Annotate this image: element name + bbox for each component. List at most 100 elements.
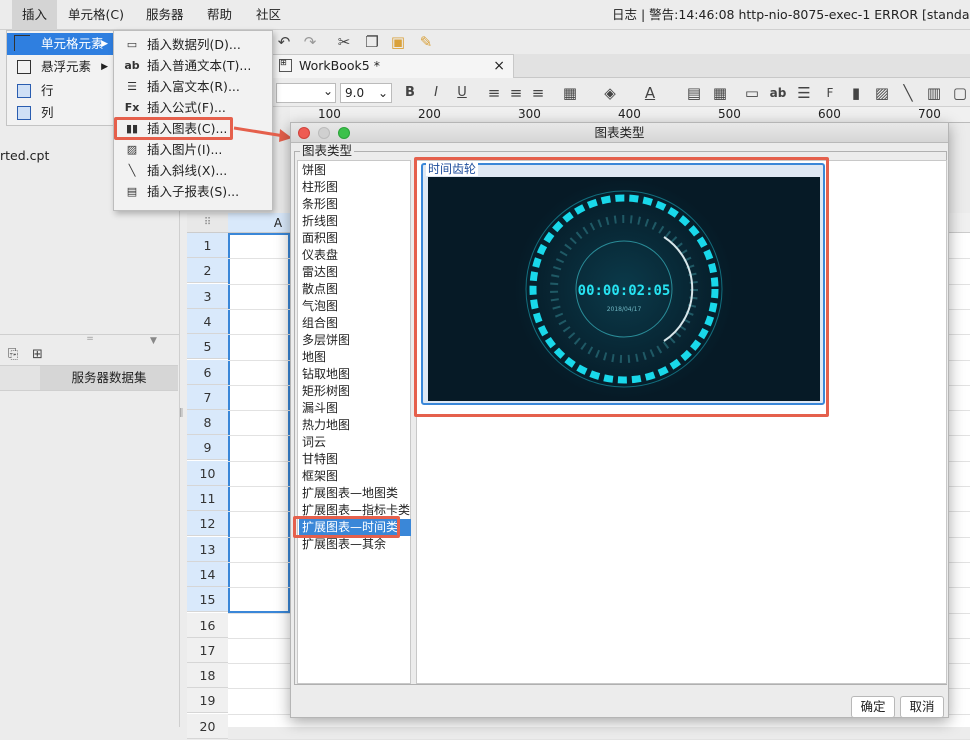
chart-type-item[interactable]: 漏斗图 <box>299 400 411 417</box>
row-header[interactable]: 15 <box>187 587 228 613</box>
chart-type-item[interactable]: 框架图 <box>299 468 411 485</box>
select-all-corner[interactable]: ⠿ <box>187 213 228 233</box>
chart-type-item[interactable]: 饼图 <box>299 162 411 179</box>
row-header[interactable]: 2 <box>187 258 228 284</box>
tab-workbook5[interactable]: ⊞ WorkBook5 * × <box>272 54 514 78</box>
zoom-window-icon[interactable] <box>338 127 350 139</box>
chart-type-item[interactable]: 地图 <box>299 349 411 366</box>
align-right-icon[interactable]: ≡ <box>528 83 548 103</box>
cut-icon[interactable]: ✂ <box>334 32 354 52</box>
preview-dataset-icon[interactable]: ⎘ <box>8 347 18 362</box>
row-header[interactable]: 4 <box>187 308 228 334</box>
row-header[interactable]: 20 <box>187 713 228 739</box>
chart-type-item[interactable]: 柱形图 <box>299 179 411 196</box>
row-header[interactable]: 19 <box>187 688 228 714</box>
chart-type-item[interactable]: 扩展图表—地图类 <box>299 485 411 502</box>
chart-type-item[interactable]: 热力地图 <box>299 417 411 434</box>
formula-icon[interactable]: F <box>820 83 840 103</box>
slash-icon[interactable]: ╲ <box>898 83 918 103</box>
menu-cell[interactable]: 单元格(C) <box>58 0 134 30</box>
edit-dataset-icon[interactable]: ⊞ <box>32 347 43 362</box>
align-left-icon[interactable]: ≡ <box>484 83 504 103</box>
chart-type-item[interactable]: 散点图 <box>299 281 411 298</box>
row-header[interactable]: 9 <box>187 435 228 461</box>
image-icon[interactable]: ▨ <box>872 83 892 103</box>
bold-icon[interactable]: B <box>400 83 420 103</box>
close-tab-icon[interactable]: × <box>493 55 505 77</box>
chart-type-list[interactable]: 饼图 柱形图 条形图 折线图 面积图 仪表盘 雷达图 散点图 气泡图 组合图 多层饼图 地图 钻取地图矩… <box>297 160 411 684</box>
status-log-message[interactable]: 日志 | 警告:14:46:08 http-nio-8075-exec-1 ER… <box>612 0 970 30</box>
paste-icon[interactable]: ▣ <box>388 32 408 52</box>
menu-item-slash[interactable]: ╲ 插入斜线(X)... <box>114 160 272 181</box>
menu-row[interactable]: 行 <box>7 80 113 102</box>
underline-icon[interactable]: U <box>452 83 472 103</box>
menu-item-data-column[interactable]: ▭ 插入数据列(D)... <box>114 34 272 55</box>
minimize-window-icon[interactable] <box>318 127 330 139</box>
splitter-handle-icon[interactable]: ‖ <box>179 408 184 418</box>
menu-float-element[interactable]: 悬浮元素 ▶ <box>7 56 113 78</box>
align-center-icon[interactable]: ≡ <box>506 83 526 103</box>
chart-type-item[interactable]: 雷达图 <box>299 264 411 281</box>
chart-type-item[interactable]: 条形图 <box>299 196 411 213</box>
row-header[interactable]: 1 <box>187 233 228 258</box>
row-header[interactable]: 12 <box>187 511 228 537</box>
menu-help[interactable]: 帮助 <box>197 0 242 30</box>
panel-collapse-icon[interactable]: ▼ <box>150 336 157 346</box>
menu-community[interactable]: 社区 <box>246 0 291 30</box>
data-column-icon[interactable]: ▭ <box>742 83 762 103</box>
fill-color-icon[interactable]: ◈ <box>600 83 620 103</box>
menu-item-plain-text[interactable]: ab 插入普通文本(T)... <box>114 55 272 76</box>
row-header[interactable]: 17 <box>187 637 228 663</box>
border-icon[interactable]: ▦ <box>560 83 580 103</box>
rich-text-icon[interactable]: ☰ <box>794 83 814 103</box>
chart-type-item[interactable]: 矩形树图 <box>299 383 411 400</box>
chart-icon[interactable]: ▮ <box>846 83 866 103</box>
copy-icon[interactable]: ❐ <box>362 32 382 52</box>
float-icon[interactable]: ▢ <box>950 83 970 103</box>
font-color-icon[interactable]: A <box>640 83 660 103</box>
font-size-select[interactable]: 9.0 ⌄ <box>340 83 392 103</box>
selected-range[interactable] <box>228 233 290 613</box>
row-header[interactable]: 5 <box>187 334 228 360</box>
dialog-titlebar[interactable]: 图表类型 <box>291 123 948 143</box>
row-header[interactable]: 8 <box>187 410 228 436</box>
menu-item-rich-text[interactable]: ☰ 插入富文本(R)... <box>114 76 272 97</box>
server-dataset-tab[interactable]: 服务器数据集 <box>40 366 178 390</box>
row-header[interactable]: 7 <box>187 384 228 410</box>
menu-server[interactable]: 服务器 <box>136 0 194 30</box>
chart-type-item[interactable]: 气泡图 <box>299 298 411 315</box>
chart-type-item[interactable]: 钻取地图 <box>299 366 411 383</box>
menu-item-subreport[interactable]: ▤ 插入子报表(S)... <box>114 181 272 202</box>
menu-column[interactable]: 列 <box>7 102 113 124</box>
chart-type-item[interactable]: 甘特图 <box>299 451 411 468</box>
chart-type-item[interactable]: 词云 <box>299 434 411 451</box>
unmerge-icon[interactable]: ▦ <box>710 83 730 103</box>
chart-type-item[interactable]: 仪表盘 <box>299 247 411 264</box>
row-header[interactable]: 11 <box>187 486 228 511</box>
italic-icon[interactable]: I <box>426 83 446 103</box>
row-header[interactable]: 13 <box>187 536 228 562</box>
template-file-item[interactable]: rted.cpt <box>0 148 49 163</box>
format-painter-icon[interactable]: ✎ <box>416 32 436 52</box>
chart-type-item[interactable]: 多层饼图 <box>299 332 411 349</box>
subreport-icon[interactable]: ▥ <box>924 83 944 103</box>
chart-type-item[interactable]: 面积图 <box>299 230 411 247</box>
menu-insert[interactable]: 插入 <box>12 0 58 30</box>
cancel-button[interactable]: 取消 <box>900 696 944 718</box>
undo-icon[interactable]: ↶ <box>274 32 294 52</box>
ok-button[interactable]: 确定 <box>851 696 895 718</box>
row-header[interactable]: 14 <box>187 561 228 587</box>
menu-item-formula[interactable]: Fx 插入公式(F)... <box>114 97 272 118</box>
row-header[interactable]: 6 <box>187 359 228 385</box>
chart-type-item[interactable]: 扩展图表—其余 <box>299 536 411 553</box>
chart-type-item[interactable]: 组合图 <box>299 315 411 332</box>
close-window-icon[interactable] <box>298 127 310 139</box>
text-icon[interactable]: ab <box>768 83 788 103</box>
merge-cells-icon[interactable]: ▤ <box>684 83 704 103</box>
redo-icon[interactable]: ↷ <box>300 32 320 52</box>
row-header[interactable]: 18 <box>187 663 228 689</box>
font-family-select[interactable]: ⌄ <box>276 83 336 103</box>
row-header[interactable]: 3 <box>187 283 228 309</box>
row-header[interactable]: 16 <box>187 612 228 638</box>
chart-type-item[interactable]: 折线图 <box>299 213 411 230</box>
